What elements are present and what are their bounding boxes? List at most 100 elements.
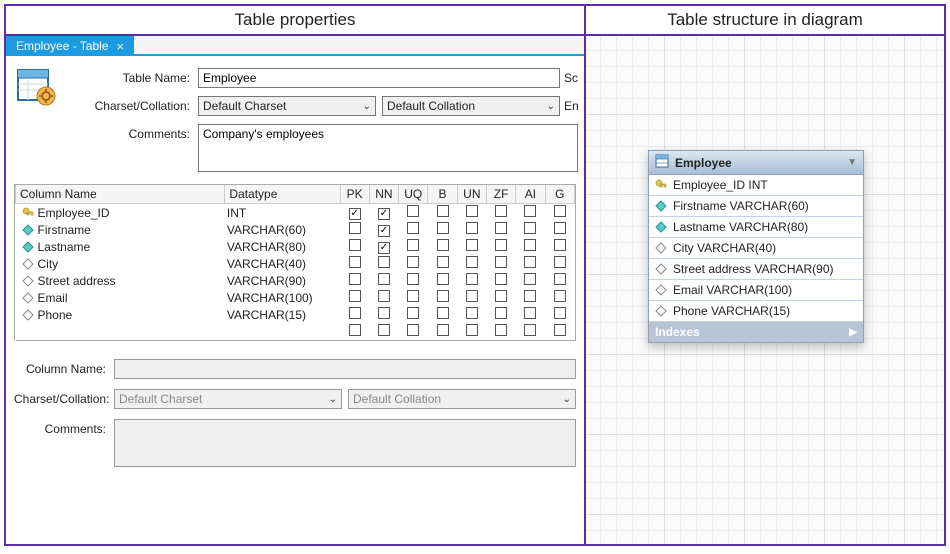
checkbox-pk[interactable]: [349, 208, 361, 220]
checkbox-nn[interactable]: [378, 242, 390, 254]
table-row[interactable]: PhoneVARCHAR(15): [16, 306, 575, 323]
checkbox-un[interactable]: [466, 307, 478, 319]
checkbox-g[interactable]: [554, 290, 566, 302]
diagram-column-row[interactable]: Lastname VARCHAR(80): [649, 217, 863, 238]
checkbox-g[interactable]: [554, 205, 566, 217]
checkbox-zf[interactable]: [495, 205, 507, 217]
checkbox-nn[interactable]: [378, 324, 390, 336]
header-uq[interactable]: UQ: [399, 185, 428, 204]
checkbox-nn[interactable]: [378, 208, 390, 220]
checkbox-un[interactable]: [466, 239, 478, 251]
checkbox-zf[interactable]: [495, 290, 507, 302]
checkbox-un[interactable]: [466, 222, 478, 234]
col-comments-textarea[interactable]: [114, 419, 576, 467]
col-charset-select[interactable]: Default Charset ⌄: [114, 389, 342, 409]
checkbox-zf[interactable]: [495, 256, 507, 268]
table-row-empty[interactable]: [16, 323, 575, 341]
checkbox-un[interactable]: [466, 273, 478, 285]
header-datatype[interactable]: Datatype: [225, 185, 340, 204]
checkbox-ai[interactable]: [524, 273, 536, 285]
checkbox-uq[interactable]: [407, 222, 419, 234]
header-g[interactable]: G: [545, 185, 574, 204]
diagram-column-row[interactable]: Phone VARCHAR(15): [649, 301, 863, 322]
diagram-column-row[interactable]: Employee_ID INT: [649, 175, 863, 196]
table-name-input[interactable]: [198, 68, 560, 88]
checkbox-pk[interactable]: [349, 290, 361, 302]
table-row[interactable]: FirstnameVARCHAR(60): [16, 221, 575, 238]
checkbox-pk[interactable]: [349, 273, 361, 285]
diagram-table-card[interactable]: Employee ▼ Employee_ID INTFirstname VARC…: [648, 150, 864, 343]
col-collation-select[interactable]: Default Collation ⌄: [348, 389, 576, 409]
triangle-down-icon[interactable]: ▼: [847, 157, 857, 168]
checkbox-ai[interactable]: [524, 239, 536, 251]
checkbox-b[interactable]: [437, 256, 449, 268]
checkbox-zf[interactable]: [495, 222, 507, 234]
comments-textarea[interactable]: [198, 124, 578, 172]
header-nn[interactable]: NN: [369, 185, 398, 204]
checkbox-uq[interactable]: [407, 239, 419, 251]
checkbox-ai[interactable]: [524, 290, 536, 302]
checkbox-g[interactable]: [554, 239, 566, 251]
table-row[interactable]: CityVARCHAR(40): [16, 255, 575, 272]
checkbox-ai[interactable]: [524, 205, 536, 217]
checkbox-b[interactable]: [437, 290, 449, 302]
header-column-name[interactable]: Column Name: [16, 185, 225, 204]
checkbox-zf[interactable]: [495, 273, 507, 285]
checkbox-b[interactable]: [437, 222, 449, 234]
checkbox-uq[interactable]: [407, 324, 419, 336]
checkbox-g[interactable]: [554, 273, 566, 285]
checkbox-zf[interactable]: [495, 307, 507, 319]
checkbox-pk[interactable]: [349, 239, 361, 251]
checkbox-uq[interactable]: [407, 290, 419, 302]
checkbox-ai[interactable]: [524, 307, 536, 319]
diagram-column-row[interactable]: Firstname VARCHAR(60): [649, 196, 863, 217]
checkbox-b[interactable]: [437, 324, 449, 336]
checkbox-b[interactable]: [437, 205, 449, 217]
checkbox-pk[interactable]: [349, 324, 361, 336]
header-b[interactable]: B: [428, 185, 457, 204]
table-row[interactable]: Employee_IDINT: [16, 204, 575, 222]
checkbox-g[interactable]: [554, 307, 566, 319]
table-row[interactable]: LastnameVARCHAR(80): [16, 238, 575, 255]
header-un[interactable]: UN: [457, 185, 486, 204]
charset-select[interactable]: Default Charset ⌄: [198, 96, 376, 116]
checkbox-un[interactable]: [466, 290, 478, 302]
checkbox-g[interactable]: [554, 256, 566, 268]
checkbox-ai[interactable]: [524, 256, 536, 268]
diagram-column-row[interactable]: Email VARCHAR(100): [649, 280, 863, 301]
checkbox-nn[interactable]: [378, 290, 390, 302]
column-name-input[interactable]: [114, 359, 576, 379]
checkbox-ai[interactable]: [524, 324, 536, 336]
checkbox-b[interactable]: [437, 273, 449, 285]
checkbox-nn[interactable]: [378, 256, 390, 268]
checkbox-un[interactable]: [466, 205, 478, 217]
checkbox-pk[interactable]: [349, 222, 361, 234]
checkbox-ai[interactable]: [524, 222, 536, 234]
checkbox-zf[interactable]: [495, 324, 507, 336]
panel-diagram[interactable]: Employee ▼ Employee_ID INTFirstname VARC…: [586, 36, 944, 544]
diagram-column-row[interactable]: City VARCHAR(40): [649, 238, 863, 259]
diagram-indexes-section[interactable]: Indexes ▶: [649, 322, 863, 342]
table-row[interactable]: Street addressVARCHAR(90): [16, 272, 575, 289]
diagram-card-title[interactable]: Employee ▼: [649, 151, 863, 175]
collation-select[interactable]: Default Collation ⌄: [382, 96, 560, 116]
checkbox-nn[interactable]: [378, 307, 390, 319]
header-ai[interactable]: AI: [516, 185, 545, 204]
checkbox-pk[interactable]: [349, 256, 361, 268]
checkbox-nn[interactable]: [378, 273, 390, 285]
checkbox-pk[interactable]: [349, 307, 361, 319]
close-icon[interactable]: ×: [117, 40, 125, 53]
checkbox-nn[interactable]: [378, 225, 390, 237]
table-row[interactable]: EmailVARCHAR(100): [16, 289, 575, 306]
checkbox-uq[interactable]: [407, 256, 419, 268]
checkbox-uq[interactable]: [407, 307, 419, 319]
header-pk[interactable]: PK: [340, 185, 369, 204]
diagram-column-row[interactable]: Street address VARCHAR(90): [649, 259, 863, 280]
header-zf[interactable]: ZF: [486, 185, 515, 204]
checkbox-zf[interactable]: [495, 239, 507, 251]
checkbox-b[interactable]: [437, 307, 449, 319]
checkbox-g[interactable]: [554, 324, 566, 336]
checkbox-uq[interactable]: [407, 205, 419, 217]
checkbox-g[interactable]: [554, 222, 566, 234]
checkbox-un[interactable]: [466, 256, 478, 268]
